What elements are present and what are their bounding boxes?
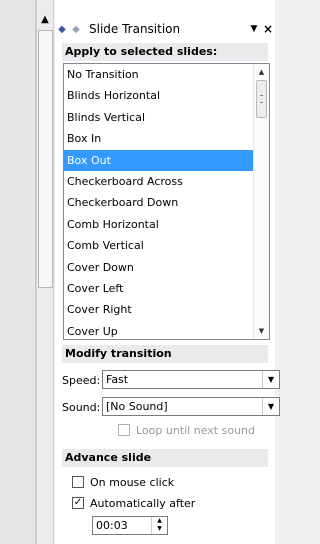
- modify-section-title: Modify transition: [62, 345, 268, 363]
- loop-checkbox[interactable]: [118, 424, 130, 436]
- back-arrow-icon[interactable]: ◆: [55, 24, 69, 35]
- list-scroll-thumb[interactable]: [256, 80, 267, 118]
- slide-transition-pane: ◆ ◆ Slide Transition ▼ × Apply to select…: [55, 0, 280, 544]
- transition-list-item[interactable]: Comb Vertical: [64, 235, 254, 256]
- transition-list-item[interactable]: Blinds Vertical: [64, 107, 254, 128]
- sound-row: Sound: [No Sound] ▼: [62, 397, 280, 417]
- transition-list-item[interactable]: Checkerboard Across: [64, 171, 254, 192]
- pane-title: Slide Transition: [89, 22, 181, 36]
- pane-header: ◆ ◆ Slide Transition ▼ ×: [55, 19, 275, 39]
- transition-list-item[interactable]: Box Out: [64, 149, 254, 171]
- auto-advance-time-spinner[interactable]: 00:03 ▲ ▼: [92, 516, 168, 535]
- scroll-up-arrow-icon[interactable]: ▲: [37, 12, 53, 28]
- transition-list-item[interactable]: Checkerboard Down: [64, 192, 254, 213]
- transition-list-item[interactable]: Comb Horizontal: [64, 214, 254, 235]
- auto-advance-row[interactable]: ✓ Automatically after: [72, 494, 195, 512]
- apply-section-title: Apply to selected slides:: [62, 43, 268, 61]
- chevron-down-icon[interactable]: ▼: [262, 398, 279, 415]
- transition-list-scrollbar[interactable]: ▲ ▼: [253, 64, 269, 339]
- mouse-click-label: On mouse click: [90, 475, 175, 489]
- transition-list-item[interactable]: Cover Right: [64, 299, 254, 320]
- transition-list-items: No Transition Blinds Horizontal Blinds Ver…: [64, 64, 254, 339]
- sound-value: [No Sound]: [106, 400, 168, 413]
- speed-dropdown[interactable]: Fast ▼: [102, 370, 280, 389]
- transition-list-item[interactable]: Box In: [64, 128, 254, 149]
- close-icon[interactable]: ×: [261, 22, 275, 36]
- auto-advance-time[interactable]: 00:03: [93, 519, 151, 532]
- transition-list[interactable]: No Transition Blinds Horizontal Blinds Ver…: [63, 63, 270, 340]
- list-scroll-down-icon[interactable]: ▼: [254, 323, 269, 339]
- speed-row: Speed: Fast ▼: [62, 370, 280, 390]
- chevron-down-icon[interactable]: ▼: [262, 371, 279, 388]
- loop-row[interactable]: Loop until next sound: [118, 421, 255, 439]
- speed-label: Speed:: [62, 373, 101, 387]
- spin-buttons: ▲ ▼: [151, 517, 167, 534]
- list-scroll-up-icon[interactable]: ▲: [254, 64, 269, 80]
- spin-up-icon[interactable]: ▲: [152, 517, 167, 525]
- transition-list-item[interactable]: Cover Left: [64, 278, 254, 299]
- spin-down-icon[interactable]: ▼: [152, 525, 167, 533]
- transition-list-item[interactable]: No Transition: [64, 64, 254, 85]
- speed-value: Fast: [106, 373, 129, 386]
- transition-list-item[interactable]: Cover Up: [64, 321, 254, 339]
- transition-list-item[interactable]: Blinds Horizontal: [64, 85, 254, 106]
- advance-section-title: Advance slide: [62, 449, 268, 467]
- mouse-click-checkbox[interactable]: [72, 476, 84, 488]
- auto-advance-label: Automatically after: [90, 496, 196, 510]
- mouse-click-row[interactable]: On mouse click: [72, 473, 174, 491]
- auto-advance-checkbox[interactable]: ✓: [72, 497, 84, 509]
- loop-label: Loop until next sound: [136, 423, 255, 437]
- sound-dropdown[interactable]: [No Sound] ▼: [102, 397, 280, 416]
- transition-list-item[interactable]: Cover Down: [64, 257, 254, 278]
- forward-arrow-icon[interactable]: ◆: [69, 24, 83, 35]
- sound-label: Sound:: [62, 400, 101, 414]
- slide-thumbnail-pane: [0, 0, 36, 544]
- scrollbar-thumb[interactable]: [38, 30, 53, 288]
- scroll-grip-icon: [260, 95, 263, 103]
- thumbnail-scrollbar[interactable]: ▲: [36, 0, 54, 544]
- dropdown-triangle-icon[interactable]: ▼: [247, 24, 261, 34]
